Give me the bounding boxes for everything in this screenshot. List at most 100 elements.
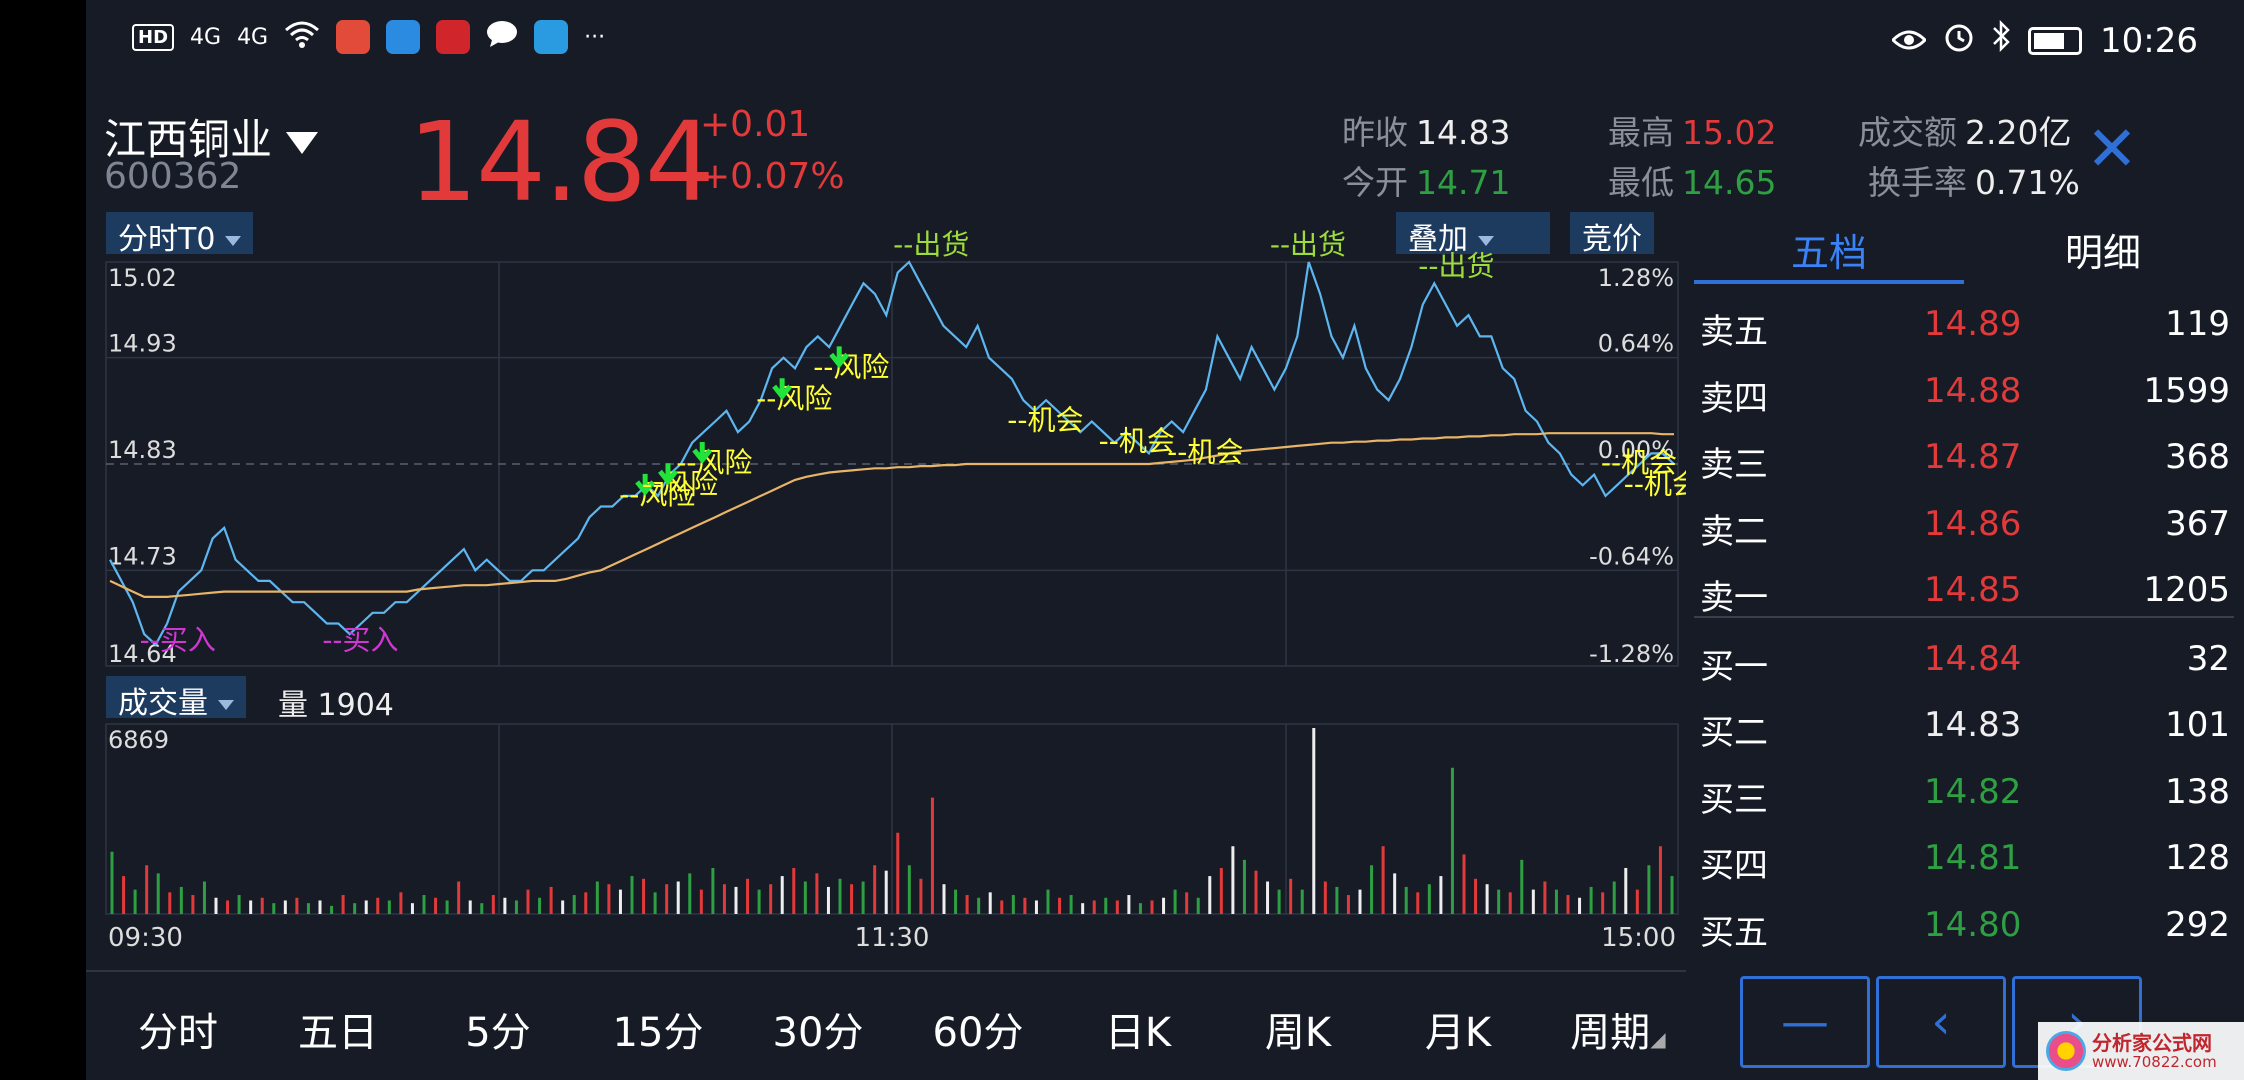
orderbook-level-label: 卖三 bbox=[1700, 445, 1768, 485]
orderbook-price: 14.82 bbox=[1924, 771, 2022, 812]
bluetooth-icon bbox=[1992, 19, 2010, 61]
signal-annotation-label: --机会 bbox=[1007, 403, 1083, 436]
period-tab[interactable]: 周K bbox=[1228, 1000, 1368, 1058]
orderbook-price: 14.81 bbox=[1924, 838, 2022, 878]
signal-annotation-label: --机会 bbox=[1167, 435, 1243, 468]
turnover-rate-value: 0.71% bbox=[1975, 163, 2080, 202]
status-right: 10:26 bbox=[1890, 19, 2198, 61]
turnover-rate-stat: 换手率 0.71% bbox=[1868, 156, 2080, 204]
orderbook-level-label: 买三 bbox=[1700, 779, 1768, 820]
pct-axis-label: 0.64% bbox=[1598, 330, 1674, 358]
signal-annotation-label: --出货 bbox=[1418, 249, 1494, 282]
orderbook-level-label: 卖四 bbox=[1700, 378, 1768, 419]
period-tab-bar: 分时 五日 5分 15分 30分 60分 日K 周K 月K 周期◢ bbox=[86, 970, 1686, 1080]
price-axis-label: 14.83 bbox=[108, 436, 177, 464]
period-tab[interactable]: 分时 bbox=[108, 1000, 248, 1080]
ask-row: 卖四 14.88 1599 bbox=[1700, 359, 2230, 425]
orderbook-price: 14.89 bbox=[1924, 304, 2022, 344]
signal-annotation-label: --风险 bbox=[676, 446, 752, 479]
time-axis-label: 09:30 bbox=[108, 923, 183, 953]
signal-annotation-label: --买入 bbox=[140, 623, 216, 656]
turnover-value: 2.20亿 bbox=[1965, 113, 2072, 152]
orderbook-quantity: 119 bbox=[2165, 304, 2230, 344]
orderbook-price: 14.85 bbox=[1924, 570, 2022, 610]
orderbook-level-label: 卖五 bbox=[1700, 312, 1768, 352]
tab-bar-divider bbox=[86, 970, 1686, 972]
period-tab[interactable]: 60分 bbox=[908, 1000, 1048, 1058]
orderbook-quantity: 1205 bbox=[2143, 570, 2230, 610]
ask-row: 卖二 14.86 367 bbox=[1700, 492, 2230, 558]
close-icon[interactable]: ✕ bbox=[2086, 118, 2138, 180]
volume-axis-label: 6869 bbox=[108, 726, 169, 754]
orderbook-quantity: 32 bbox=[2186, 638, 2230, 679]
turnover-stat: 成交额 2.20亿 bbox=[1858, 106, 2071, 154]
stock-app: HD 4G 4G ··· 10:26 江西铜业 600362 14.84 +0.… bbox=[86, 0, 2244, 1080]
orderbook-price: 14.84 bbox=[1924, 638, 2022, 679]
orderbook-price: 14.87 bbox=[1924, 437, 2022, 477]
site-watermark: 分析家公式网 www.70822.com bbox=[2038, 1022, 2244, 1080]
alarm-icon bbox=[1944, 20, 1974, 61]
battery-icon bbox=[2028, 26, 2083, 55]
prev-button[interactable]: ‹ bbox=[1876, 976, 2006, 1068]
orderbook-price: 14.88 bbox=[1924, 370, 2022, 411]
watermark-line1: 分析家公式网 bbox=[2092, 1030, 2212, 1055]
eye-icon bbox=[1890, 21, 1928, 61]
bid-row: 买四 14.81 128 bbox=[1700, 826, 2230, 892]
watermark-text: 分析家公式网 www.70822.com bbox=[2092, 1032, 2217, 1071]
orderbook-divider bbox=[1694, 616, 2234, 618]
price-axis-label: 14.73 bbox=[108, 542, 177, 570]
orderbook-quantity: 1599 bbox=[2143, 370, 2230, 411]
clock-time: 10:26 bbox=[2100, 20, 2198, 61]
signal-annotation-label: --风险 bbox=[813, 350, 889, 383]
bid-row: 买二 14.83 101 bbox=[1700, 693, 2230, 759]
price-axis-label: 14.93 bbox=[108, 330, 177, 358]
signal-annotation-label: --买入 bbox=[322, 623, 398, 656]
orderbook-quantity: 368 bbox=[2165, 437, 2230, 477]
bid-row: 买三 14.82 138 bbox=[1700, 760, 2230, 826]
orderbook-level-label: 买一 bbox=[1700, 646, 1768, 687]
signal-annotation-label: --机会 bbox=[1099, 425, 1175, 458]
low-value: 14.65 bbox=[1682, 163, 1777, 202]
left-black-margin bbox=[0, 0, 86, 1080]
ask-row: 卖五 14.89 119 bbox=[1700, 292, 2230, 358]
signal-annotation-label: --机会 bbox=[1624, 467, 1686, 500]
tab-five-levels[interactable]: 五档 bbox=[1694, 222, 1964, 284]
orderbook-quantity: 128 bbox=[2165, 838, 2230, 878]
high-value: 15.02 bbox=[1682, 113, 1777, 152]
intraday-chart[interactable]: 15.0214.9314.8314.7314.641.28%0.64%0.00%… bbox=[86, 0, 1686, 970]
signal-annotation-label: --出货 bbox=[893, 228, 969, 261]
tab-details[interactable]: 明细 bbox=[1968, 222, 2238, 277]
signal-annotation-label: --风险 bbox=[756, 382, 832, 415]
zoom-out-button[interactable]: — bbox=[1740, 976, 1870, 1068]
time-axis-label: 11:30 bbox=[855, 923, 930, 953]
orderbook-price: 14.83 bbox=[1924, 705, 2022, 745]
orderbook-price: 14.86 bbox=[1924, 503, 2022, 544]
orderbook-quantity: 367 bbox=[2165, 503, 2230, 544]
pct-axis-label: 1.28% bbox=[1598, 264, 1674, 292]
period-tab[interactable]: 周期◢ bbox=[1548, 1000, 1688, 1058]
ask-row: 卖三 14.87 368 bbox=[1700, 425, 2230, 491]
orderbook-level-label: 买二 bbox=[1700, 713, 1768, 753]
pct-axis-label: -0.64% bbox=[1589, 542, 1674, 570]
watermark-line2: www.70822.com bbox=[2092, 1052, 2217, 1071]
period-tab[interactable]: 月K bbox=[1388, 1000, 1528, 1058]
bid-row: 买五 14.80 292 bbox=[1700, 893, 2230, 959]
period-tab[interactable]: 15分 bbox=[588, 1000, 728, 1058]
turnover-rate-label: 换手率 bbox=[1868, 163, 1967, 202]
orderbook-quantity: 138 bbox=[2165, 771, 2230, 812]
orderbook-level-label: 卖二 bbox=[1700, 511, 1768, 552]
period-tab[interactable]: 5分 bbox=[428, 1000, 568, 1058]
time-axis-label: 15:00 bbox=[1601, 923, 1676, 953]
price-axis-label: 15.02 bbox=[108, 264, 177, 292]
orderbook-level-label: 卖一 bbox=[1700, 578, 1768, 618]
period-tab[interactable]: 五日 bbox=[268, 1000, 408, 1058]
ask-row: 卖一 14.85 1205 bbox=[1700, 558, 2230, 624]
orderbook-level-label: 买五 bbox=[1700, 912, 1768, 953]
period-tab[interactable]: 日K bbox=[1068, 1000, 1208, 1058]
pct-axis-label: -1.28% bbox=[1589, 640, 1674, 668]
bid-row: 买一 14.84 32 bbox=[1700, 627, 2230, 693]
period-tab[interactable]: 30分 bbox=[748, 1000, 888, 1058]
turnover-label: 成交额 bbox=[1858, 113, 1957, 152]
flower-logo-icon bbox=[2046, 1031, 2086, 1071]
corner-triangle-icon: ◢ bbox=[1650, 1027, 1666, 1051]
